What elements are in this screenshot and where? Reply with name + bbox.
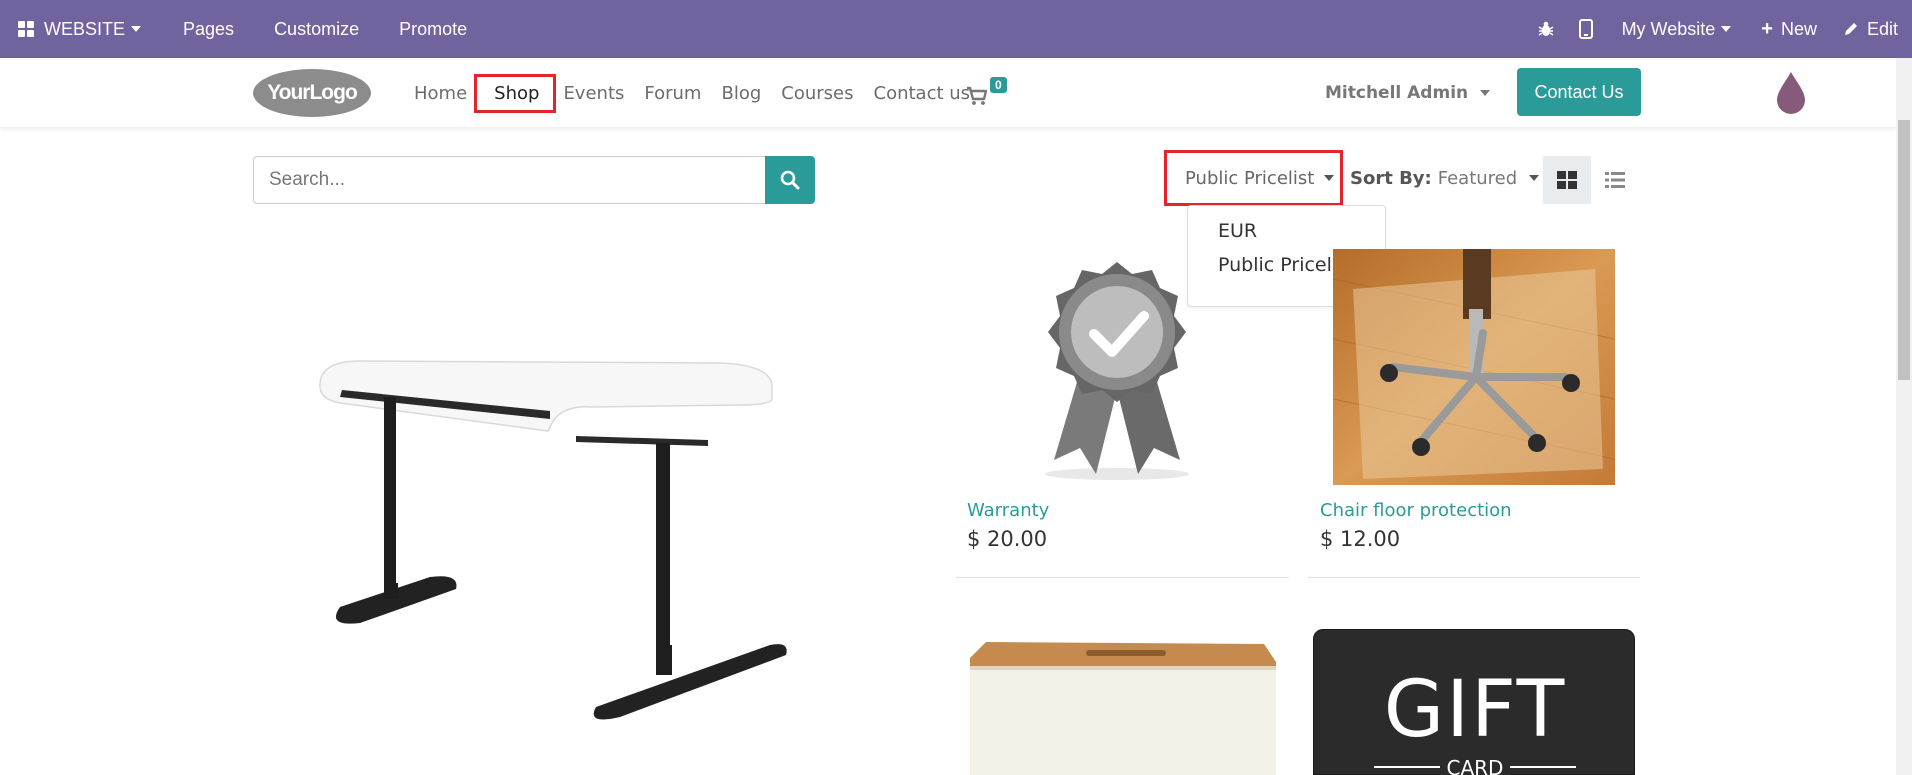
product-image-desk[interactable] <box>300 345 890 735</box>
pricelist-label: Public Pricelist <box>1185 167 1315 189</box>
edit-button[interactable]: Edit <box>1831 0 1912 58</box>
grid-view-icon <box>1557 171 1577 189</box>
apps-grid-icon <box>18 21 34 37</box>
user-name: Mitchell Admin <box>1325 83 1469 103</box>
product-card-chair-floor-protection[interactable]: Chair floor protection $ 12.00 <box>1308 248 1640 578</box>
nav-forum[interactable]: Forum <box>634 83 711 104</box>
admin-navbar: WEBSITE Pages Customize Promote My Websi… <box>0 0 1912 58</box>
nav-shop[interactable]: Shop <box>474 73 557 113</box>
sort-by-prefix: Sort By: <box>1350 167 1432 189</box>
debug-bug-icon[interactable] <box>1526 0 1566 58</box>
promote-menu[interactable]: Promote <box>379 0 487 58</box>
caret-down-icon <box>131 26 142 32</box>
page-scrollbar[interactable] <box>1896 58 1912 775</box>
caret-down-icon <box>1721 26 1732 32</box>
svg-text:YourLogo: YourLogo <box>267 81 357 104</box>
website-menu[interactable]: WEBSITE <box>0 0 163 58</box>
nav-events[interactable]: Events <box>553 83 634 104</box>
product-name[interactable]: Warranty <box>967 500 1049 521</box>
card-divider <box>956 577 1289 578</box>
mobile-preview-icon[interactable] <box>1566 0 1606 58</box>
gift-card-small-text: CARD <box>1440 756 1510 775</box>
product-card-gift-card[interactable]: GIFT CARD <box>1313 629 1635 775</box>
search-button[interactable] <box>765 156 815 204</box>
product-card-cable-box[interactable] <box>956 628 1290 775</box>
caret-down-icon <box>1324 175 1335 181</box>
new-label: New <box>1780 18 1817 39</box>
contact-us-button[interactable]: Contact Us <box>1517 68 1641 116</box>
my-website-label: My Website <box>1621 18 1716 39</box>
product-search <box>253 156 815 204</box>
warranty-badge-image <box>1045 262 1189 480</box>
pricelist-option-eur[interactable]: EUR <box>1188 214 1385 248</box>
chair-floor-protection-image <box>1333 249 1615 485</box>
list-view-icon <box>1605 172 1625 188</box>
pages-menu[interactable]: Pages <box>163 0 254 58</box>
pencil-icon <box>1844 23 1857 35</box>
gift-card-big-text: GIFT <box>1383 665 1567 755</box>
edit-label: Edit <box>1866 18 1898 39</box>
caret-down-icon <box>1480 90 1491 96</box>
new-button[interactable]: + New <box>1747 0 1831 58</box>
grid-view-button[interactable] <box>1543 156 1591 204</box>
product-card-warranty[interactable]: Warranty $ 20.00 <box>956 248 1290 578</box>
scrollbar-thumb[interactable] <box>1898 120 1910 380</box>
plus-icon: + <box>1761 17 1773 40</box>
product-name[interactable]: Chair floor protection <box>1320 500 1512 521</box>
your-logo[interactable]: YourLogo <box>252 68 372 118</box>
nav-home[interactable]: Home <box>404 83 477 104</box>
site-header: YourLogo Home Shop Events Forum Blog Cou… <box>0 58 1896 128</box>
nav-courses[interactable]: Courses <box>771 83 863 104</box>
shopping-cart-icon <box>967 86 988 105</box>
website-menu-label: WEBSITE <box>44 18 126 39</box>
cable-box-image <box>970 642 1276 775</box>
product-price: $ 20.00 <box>967 527 1048 551</box>
caret-down-icon <box>1529 175 1540 181</box>
search-icon <box>780 170 800 190</box>
main-nav: Home Shop Events Forum Blog Courses Cont… <box>404 58 980 128</box>
customize-menu[interactable]: Customize <box>254 0 379 58</box>
sort-by-selector[interactable]: Sort By: Featured <box>1350 153 1540 203</box>
search-input[interactable] <box>253 156 765 204</box>
gift-card-image: GIFT CARD <box>1313 629 1635 775</box>
nav-blog[interactable]: Blog <box>711 83 771 104</box>
user-menu[interactable]: Mitchell Admin <box>1325 58 1491 128</box>
card-divider <box>1308 577 1640 578</box>
my-website-switcher[interactable]: My Website <box>1606 0 1748 58</box>
cart-count-badge: 0 <box>990 77 1007 93</box>
pricelist-selector[interactable]: Public Pricelist <box>1164 150 1343 206</box>
product-price: $ 12.00 <box>1320 527 1401 551</box>
sort-by-value: Featured <box>1437 167 1518 189</box>
nav-contact-us[interactable]: Contact us <box>864 83 981 104</box>
cart-link[interactable]: 0 <box>966 77 1016 110</box>
odoo-drop-icon <box>1776 70 1806 114</box>
list-view-button[interactable] <box>1591 156 1639 204</box>
